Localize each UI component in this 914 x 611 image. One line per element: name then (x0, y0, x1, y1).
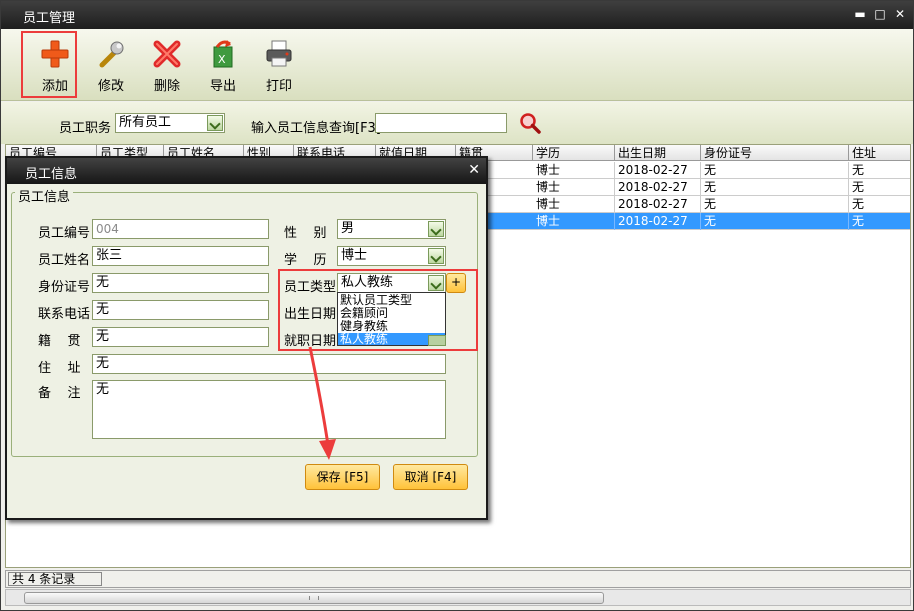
type-highlight-box (278, 269, 478, 351)
chevron-down-icon[interactable] (428, 221, 444, 237)
cell-education: 博士 (533, 162, 615, 179)
column-header[interactable]: 学历 (533, 145, 615, 161)
record-count: 共 4 条记录 (8, 572, 102, 586)
name-field[interactable]: 张三 (92, 246, 269, 266)
print-label: 打印 (265, 79, 292, 94)
gender-select[interactable]: 男 (337, 219, 446, 239)
delete-x-icon (153, 40, 181, 68)
position-select-value: 所有员工 (119, 115, 172, 130)
education-value: 博士 (341, 248, 368, 263)
edit-label: 修改 (97, 79, 124, 94)
window-title: 员工管理 (23, 11, 76, 26)
phone-label: 联系电话 (38, 307, 91, 322)
phone-field[interactable]: 无 (92, 300, 269, 320)
education-label: 学 历 (284, 253, 327, 268)
position-select[interactable]: 所有员工 (115, 113, 225, 133)
cell-id-number: 无 (701, 213, 849, 230)
id-no-label: 身份证号 (38, 280, 91, 295)
native-place-label: 籍 贯 (38, 334, 81, 349)
cancel-button[interactable]: 取消 [F4] (393, 464, 468, 490)
emp-no-label: 员工编号 (38, 226, 91, 241)
excel-export-icon: X (213, 40, 233, 68)
gender-value: 男 (341, 221, 355, 236)
horizontal-scrollbar[interactable] (5, 589, 911, 606)
status-bar: 共 4 条记录 (5, 570, 911, 588)
cell-education: 博士 (533, 213, 615, 230)
cell-address: 无 (849, 162, 910, 179)
position-label: 员工职务 (59, 121, 112, 136)
emp-no-field[interactable]: 004 (92, 219, 269, 239)
delete-button[interactable]: 删除 (141, 33, 193, 97)
column-header[interactable]: 住址 (849, 145, 910, 161)
printer-icon (266, 40, 292, 67)
minimize-icon[interactable]: ▬ (851, 5, 869, 23)
address-field[interactable]: 无 (92, 354, 446, 374)
delete-label: 删除 (153, 79, 180, 94)
education-select[interactable]: 博士 (337, 246, 446, 266)
add-highlight-box (21, 31, 77, 98)
maximize-icon[interactable]: □ (871, 5, 889, 23)
search-label: 输入员工信息查询[F3] (251, 121, 381, 136)
search-icon[interactable] (519, 112, 541, 134)
gender-label: 性 别 (284, 226, 327, 241)
remark-label: 备 注 (38, 386, 81, 401)
scrollbar-thumb[interactable] (24, 592, 604, 604)
cell-birth-date: 2018-02-27 (615, 213, 701, 230)
toolbar: 添加 修改 删除 X 导出 打印 (1, 29, 913, 101)
print-button[interactable]: 打印 (253, 33, 305, 97)
column-header[interactable]: 身份证号 (701, 145, 849, 161)
cell-id-number: 无 (701, 162, 849, 179)
wrench-icon (99, 41, 124, 68)
title-bar: 员工管理 ▬ □ ✕ (1, 1, 913, 29)
svg-text:X: X (218, 53, 226, 66)
chevron-down-icon[interactable] (428, 248, 444, 264)
name-label: 员工姓名 (38, 253, 91, 268)
dialog-title-bar: 员工信息 ✕ (7, 158, 486, 184)
red-arrow-icon (308, 346, 336, 460)
export-button[interactable]: X 导出 (197, 33, 249, 97)
cell-address: 无 (849, 213, 910, 230)
cell-birth-date: 2018-02-27 (615, 179, 701, 196)
dialog-title: 员工信息 (25, 167, 78, 182)
cell-birth-date: 2018-02-27 (615, 162, 701, 179)
cell-address: 无 (849, 179, 910, 196)
edit-button[interactable]: 修改 (85, 33, 137, 97)
native-place-field[interactable]: 无 (92, 327, 269, 347)
export-label: 导出 (209, 79, 236, 94)
cell-education: 博士 (533, 179, 615, 196)
cell-education: 博士 (533, 196, 615, 213)
search-input[interactable] (375, 113, 507, 133)
column-header[interactable]: 出生日期 (615, 145, 701, 161)
address-label: 住 址 (38, 361, 81, 376)
cell-birth-date: 2018-02-27 (615, 196, 701, 213)
remark-field[interactable]: 无 (92, 380, 446, 439)
id-no-field[interactable]: 无 (92, 273, 269, 293)
cell-address: 无 (849, 196, 910, 213)
filter-bar: 员工职务 所有员工 输入员工信息查询[F3] (1, 102, 913, 144)
group-title: 员工信息 (15, 186, 74, 205)
close-icon[interactable]: ✕ (891, 5, 909, 23)
cell-id-number: 无 (701, 179, 849, 196)
save-button[interactable]: 保存 [F5] (305, 464, 380, 490)
cell-id-number: 无 (701, 196, 849, 213)
chevron-down-icon[interactable] (207, 115, 223, 131)
dialog-close-icon[interactable]: ✕ (468, 162, 480, 178)
